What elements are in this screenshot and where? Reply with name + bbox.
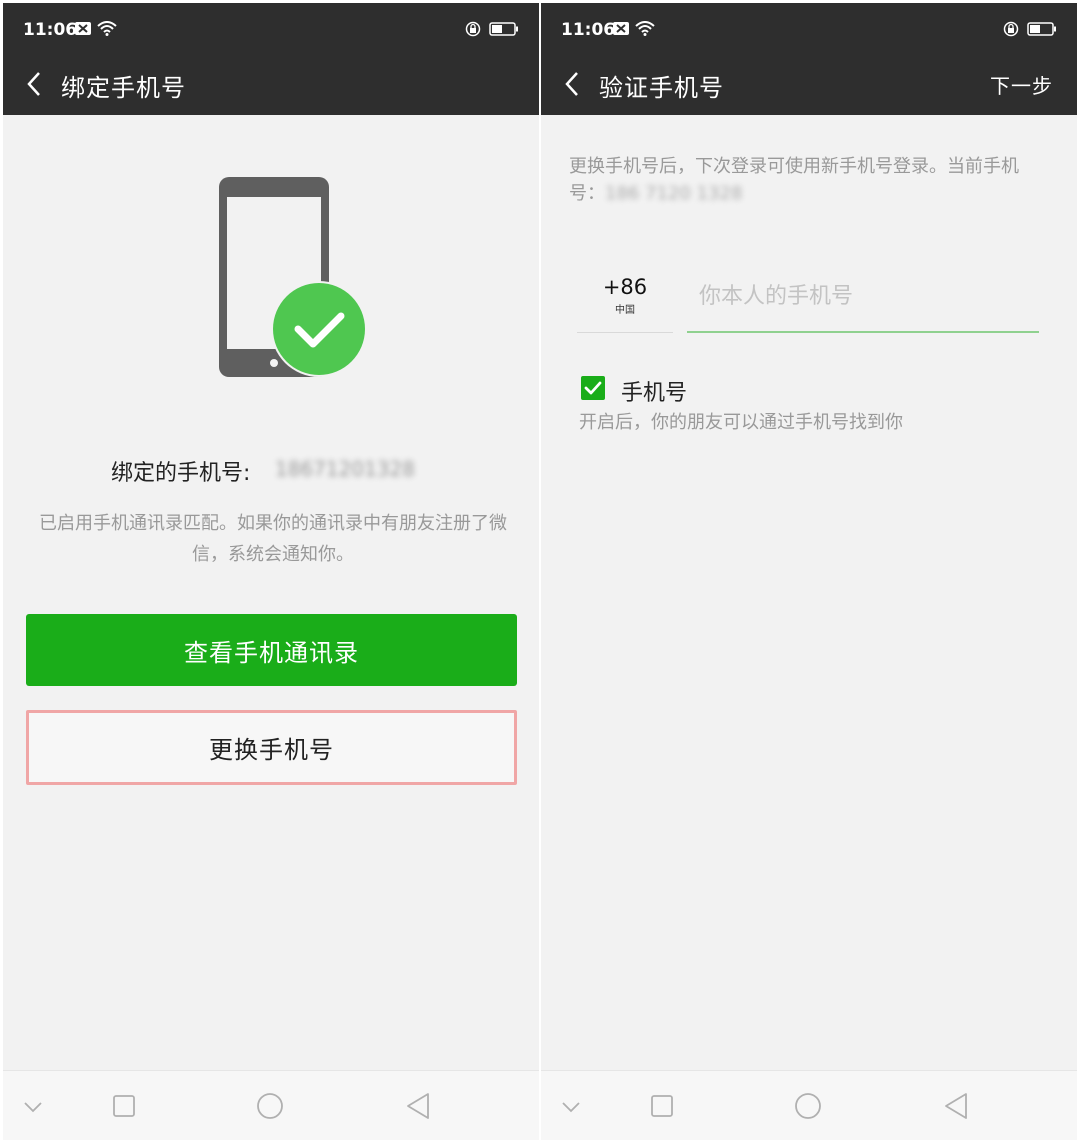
chevron-left-icon (27, 72, 40, 96)
page-title: 验证手机号 (599, 74, 724, 102)
wifi-icon (97, 21, 117, 36)
current-number: 186 7120 1328 (605, 183, 743, 204)
status-time: 11:06 (23, 20, 78, 40)
phone-check-illustration (219, 177, 367, 377)
verify-phone-screen: 11:06 验证手机号 下一步 更换手机号后，下次登录可使用新手机号登录。当前手… (541, 3, 1077, 1140)
status-icons-right (1003, 21, 1057, 37)
bound-number-label: 绑定的手机号: (111, 461, 251, 486)
circle-icon[interactable] (793, 1091, 823, 1121)
rotation-lock-icon (465, 21, 481, 37)
country-name: 中国 (615, 305, 635, 316)
view-contacts-button[interactable]: 查看手机通讯录 (26, 614, 517, 686)
status-icons-left (613, 21, 655, 36)
bind-phone-screen: 11:06 绑定手机号 绑定的手机号: 18671201328 已启用手机通讯录… (3, 3, 539, 1140)
triangle-back-icon[interactable] (943, 1091, 971, 1121)
square-icon[interactable] (111, 1091, 137, 1121)
battery-icon (489, 22, 518, 36)
status-bar: 11:06 (541, 3, 1077, 55)
triangle-back-icon[interactable] (405, 1091, 433, 1121)
title-bar: 验证手机号 下一步 (541, 55, 1077, 115)
circle-icon[interactable] (255, 1091, 285, 1121)
bound-number-value: 18671201328 (275, 457, 415, 481)
chevron-left-icon (565, 72, 578, 96)
country-code-selector[interactable]: +86 中国 (577, 275, 673, 333)
phone-discoverable-checkbox[interactable] (581, 376, 605, 400)
notification-icon (75, 22, 91, 35)
back-button[interactable] (555, 65, 595, 105)
country-code: +86 (602, 275, 648, 299)
change-number-button[interactable]: 更换手机号 (26, 710, 517, 785)
change-number-hint: 更换手机号后，下次登录可使用新手机号登录。当前手机号：186 7120 1328 (569, 153, 1049, 207)
page-title: 绑定手机号 (61, 74, 186, 102)
back-button[interactable] (17, 65, 57, 105)
rotation-lock-icon (1003, 21, 1019, 37)
checkmark-icon (584, 381, 602, 395)
status-icons-right (465, 21, 519, 37)
system-nav-bar (541, 1070, 1077, 1140)
contacts-match-description: 已启用手机通讯录匹配。如果你的通讯录中有朋友注册了微信，系统会通知你。 (39, 513, 507, 565)
checkbox-label: 手机号 (621, 381, 688, 406)
checkbox-description: 开启后，你的朋友可以通过手机号找到你 (579, 412, 903, 433)
wifi-icon (635, 21, 655, 36)
next-step-button[interactable]: 下一步 (990, 70, 1053, 99)
title-bar: 绑定手机号 (3, 55, 539, 115)
system-nav-bar (3, 1070, 539, 1140)
status-time: 11:06 (561, 20, 616, 40)
square-icon[interactable] (649, 1091, 675, 1121)
phone-number-input[interactable] (687, 275, 1039, 333)
chevron-down-icon[interactable] (21, 1091, 45, 1121)
notification-icon (613, 22, 629, 35)
battery-icon (1027, 22, 1056, 36)
chevron-down-icon[interactable] (559, 1091, 583, 1121)
status-icons-left (75, 21, 117, 36)
status-bar: 11:06 (3, 3, 539, 55)
